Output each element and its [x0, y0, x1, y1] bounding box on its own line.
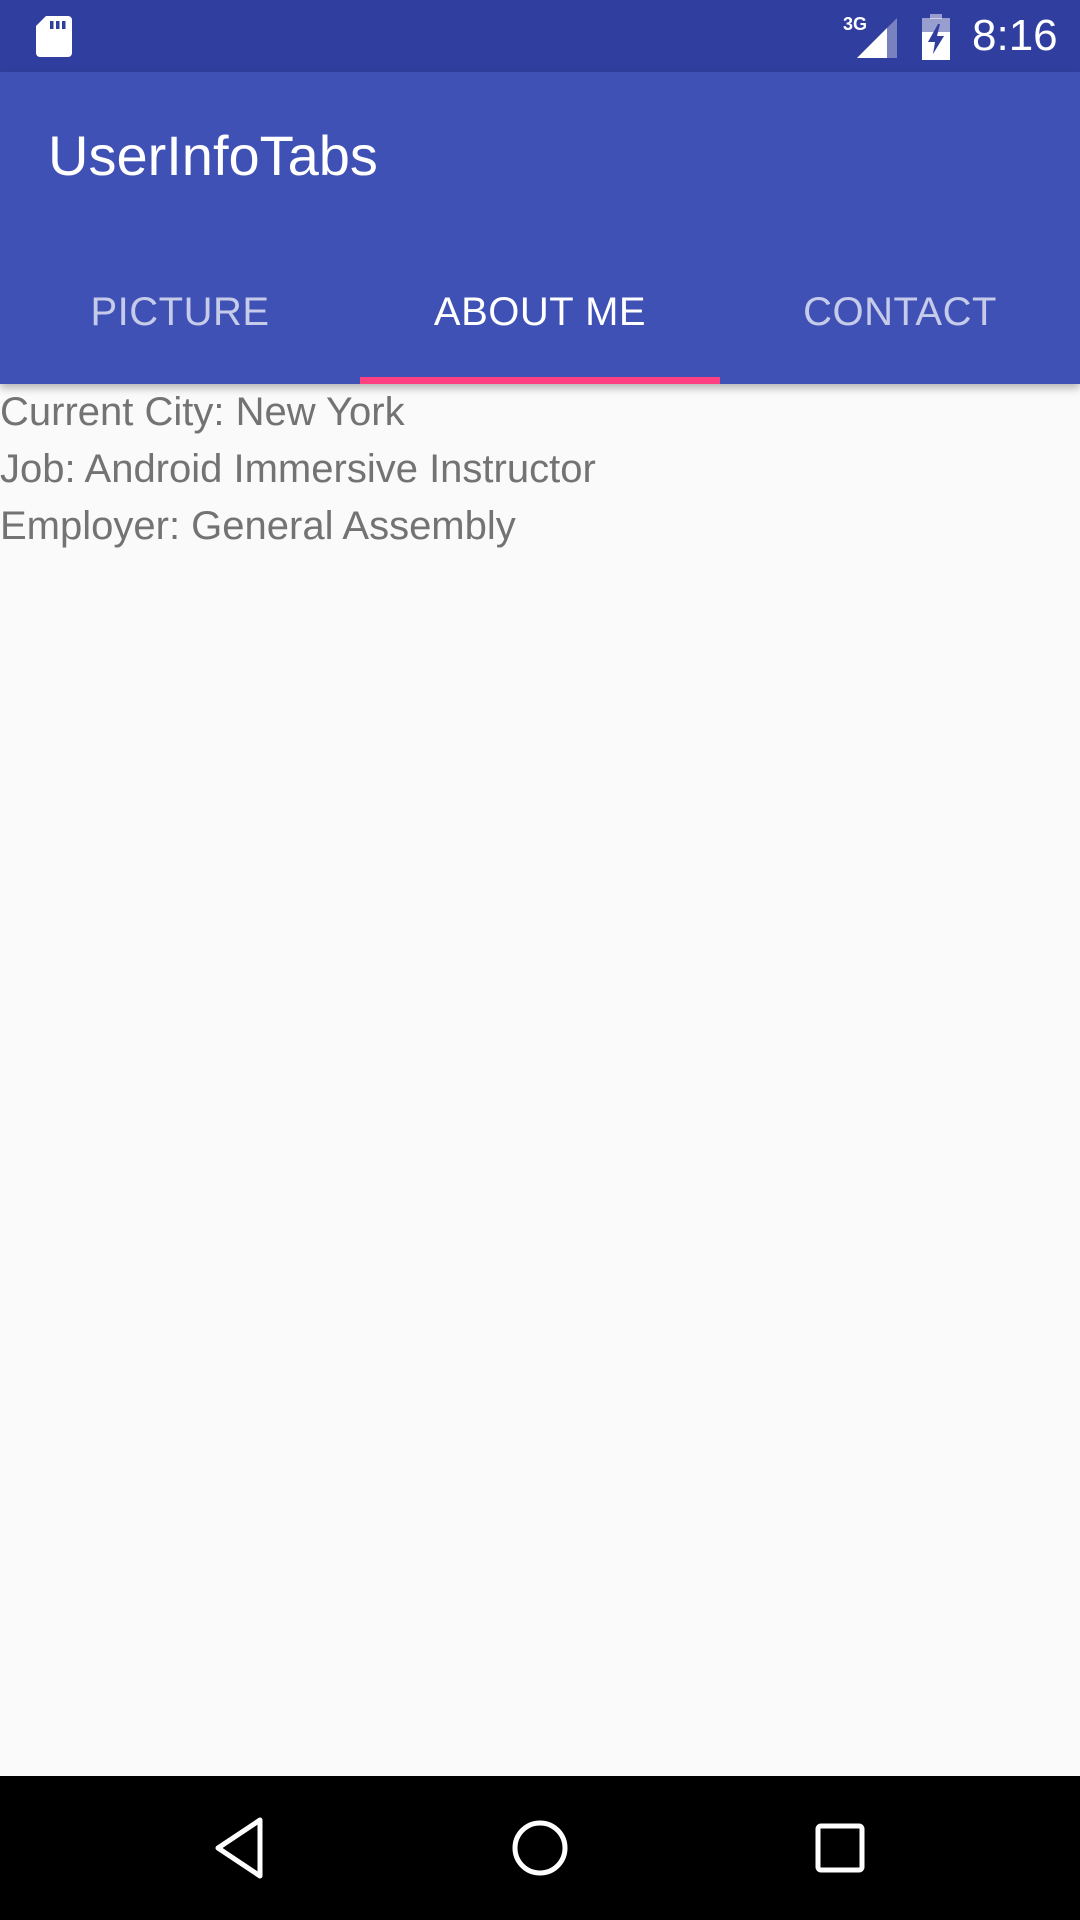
recents-icon[interactable]	[800, 1808, 880, 1888]
signal-3g-icon: 3G	[843, 14, 897, 58]
network-type-label: 3G	[843, 14, 867, 34]
status-bar: 3G 8:16	[0, 0, 1080, 72]
back-icon[interactable]	[200, 1808, 280, 1888]
app-title: UserInfoTabs	[48, 124, 378, 187]
sd-card-icon	[36, 16, 72, 57]
tab-indicator	[360, 377, 720, 384]
status-clock: 8:16	[972, 11, 1058, 60]
navigation-bar	[0, 1776, 1080, 1920]
screen: 3G 8:16 UserInfoTabs PICTURE ABOUT ME CO…	[0, 0, 1080, 1920]
employer-text: Employer: General Assembly	[0, 504, 516, 548]
job-text: Job: Android Immersive Instructor	[0, 447, 596, 491]
home-icon[interactable]	[500, 1808, 580, 1888]
tab-contact[interactable]: CONTACT	[720, 240, 1080, 384]
tab-picture[interactable]: PICTURE	[0, 240, 360, 384]
about-me-content: Current City: New York Job: Android Imme…	[0, 384, 1080, 555]
tab-about-me[interactable]: ABOUT ME	[360, 240, 720, 384]
current-city-text: Current City: New York	[0, 390, 405, 434]
tab-layout: PICTURE ABOUT ME CONTACT	[0, 240, 1080, 384]
app-bar: UserInfoTabs PICTURE ABOUT ME CONTACT	[0, 72, 1080, 384]
battery-charging-icon	[922, 14, 950, 60]
